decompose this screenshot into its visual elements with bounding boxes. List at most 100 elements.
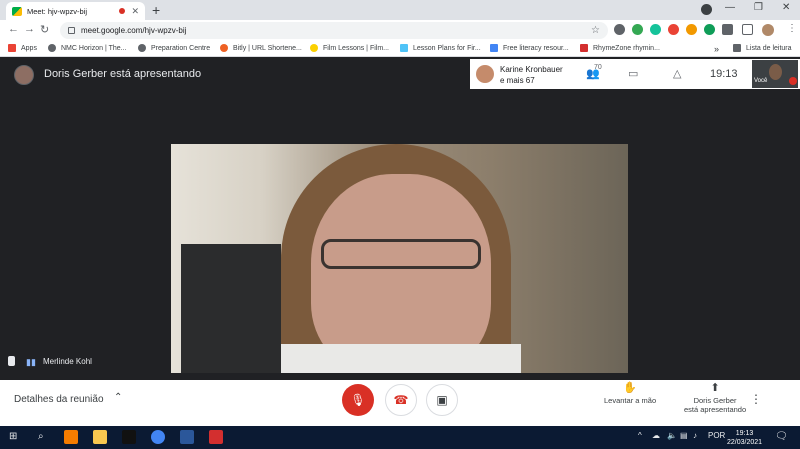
calendar-icon [490,44,498,52]
bookmark-label: Film Lessons | Film... [323,44,389,52]
reading-list-label: Lista de leitura [746,44,792,52]
maximize-icon[interactable]: ❐ [754,2,763,13]
bookmark-item[interactable]: NMC Horizon | The... [48,44,127,52]
extension-icon[interactable] [704,24,715,35]
presenting-sublabel: está apresentando [684,405,747,414]
system-date: 22/03/2021 [727,439,763,446]
forward-icon[interactable]: → [24,23,35,35]
mic-off-icon: 🎙 [350,393,366,407]
vlc-icon[interactable] [64,430,78,444]
tab-close-icon[interactable]: ✕ [131,6,139,17]
back-icon[interactable]: ← [8,23,19,35]
system-clock[interactable]: 19:13 22/03/2021 [727,429,762,447]
grammarly-extension-icon[interactable] [650,24,661,35]
bookmark-item[interactable]: Free literacy resour... [490,44,569,52]
film-icon [310,44,318,52]
cast-icon[interactable] [742,24,753,35]
word-icon[interactable] [180,430,194,444]
apps-grid-icon [8,44,16,52]
bookmark-label: Preparation Centre [151,44,211,52]
chrome-icon[interactable] [151,430,165,444]
browser-menu-icon[interactable]: ⋮ [787,23,797,34]
acrobat-icon[interactable] [209,430,223,444]
bookmark-label: Bitly | URL Shortene... [233,44,302,52]
windows-taskbar: ⊞ ⌕ ^ ☁ 🔈 ▤ ♪ POR 19:13 22/03/2021 🗨 [0,426,800,449]
self-label: Você [754,78,768,84]
reading-list-icon [733,44,741,52]
hand-icon: ✋ [623,382,637,394]
pin-icon[interactable] [8,356,15,366]
meeting-details-button[interactable]: Detalhes da reunião [14,394,104,405]
extension-icon[interactable] [686,24,697,35]
minimize-icon[interactable]: — [725,2,735,13]
puzzle-extensions-icon[interactable] [722,24,733,35]
drive-extension-icon[interactable] [632,24,643,35]
system-time: 19:13 [735,430,754,437]
rhymezone-icon [580,44,588,52]
file-explorer-icon[interactable] [93,430,107,444]
video-person-glasses [321,239,481,269]
raise-hand-button[interactable]: ✋ Levantar a mão [604,382,657,406]
participant-more: e mais 67 [500,76,535,85]
browser-tab[interactable]: Meet: hjv-wpzv-bij ✕ [6,2,145,20]
bookmark-item[interactable]: Film Lessons | Film... [310,44,389,52]
bookmark-item[interactable]: Lesson Plans for Fir... [400,44,481,52]
address-bar[interactable]: meet.google.com/hjv-wpzv-bij ☆ [60,22,608,39]
bookmark-item[interactable]: Bitly | URL Shortene... [220,44,302,52]
lock-icon [68,27,75,34]
meeting-clock: 19:13 [710,68,738,80]
notification-icon[interactable]: 🗨 [775,431,788,442]
presentation-button[interactable]: ⬆ Doris Gerber está apresentando [684,382,747,415]
bookmark-label: Apps [21,44,37,52]
leave-call-button[interactable]: ☎ [385,384,417,416]
windows-start-icon[interactable]: ⊞ [9,431,17,442]
participant-count: 70 [594,64,602,71]
new-tab-button[interactable]: + [152,2,160,18]
extension-icon[interactable] [668,24,679,35]
bookmark-apps[interactable]: Apps [8,44,37,52]
presenter-video [171,144,628,373]
tray-app-icon[interactable]: ☁ [652,431,660,440]
participants-summary: Karine Kronbauer e mais 67 [500,64,563,86]
speaker-icon[interactable]: ♪ [693,431,697,440]
profile-menu-icon[interactable] [701,4,712,15]
self-view-tile[interactable]: Você [752,60,798,88]
meet-controls-bar: Detalhes da reunião ⌃ 🎙 ☎ ▣ ✋ Levantar a… [0,380,800,426]
meet-favicon-icon [12,6,22,16]
bookmark-label: Lesson Plans for Fir... [413,44,481,52]
microphone-toggle-button[interactable]: 🎙 [342,384,374,416]
more-options-icon[interactable]: ⋮ [750,392,762,406]
activities-icon[interactable]: △ [673,67,681,80]
network-icon[interactable]: ▤ [680,431,688,440]
raise-hand-label: Levantar a mão [604,396,657,405]
video-background-window [181,244,281,373]
language-indicator[interactable]: POR [708,431,725,440]
tab-title: Meet: hjv-wpzv-bij [27,6,88,16]
bookmarks-bar: Apps NMC Horizon | The... Preparation Ce… [0,41,800,57]
netflix-icon[interactable] [122,430,136,444]
tray-chevron-icon[interactable]: ^ [638,431,642,440]
camera-icon: ▣ [436,393,448,407]
bookmark-label: NMC Horizon | The... [61,44,127,52]
active-speaker-name: Merlinde Kohl [43,357,92,366]
profile-avatar[interactable] [762,24,774,36]
chat-icon[interactable]: ▭ [628,67,638,80]
reading-list[interactable]: Lista de leitura [733,44,792,52]
bookmark-star-icon[interactable]: ☆ [591,25,600,36]
bookmark-item[interactable]: RhymeZone rhymin... [580,44,660,52]
search-icon[interactable]: ⌕ [38,431,44,442]
bookmark-item[interactable]: Preparation Centre [138,44,210,52]
close-window-icon[interactable]: ✕ [782,2,790,13]
chevron-up-icon[interactable]: ⌃ [114,392,122,403]
tab-strip: Meet: hjv-wpzv-bij ✕ + — ❐ ✕ [0,0,800,20]
volume-icon[interactable]: 🔈 [667,431,677,440]
bitly-icon [220,44,228,52]
more-bookmarks-icon[interactable]: » [714,44,719,54]
reload-icon[interactable]: ↻ [40,23,49,36]
presenter-avatar [14,65,34,85]
meet-top-bar: Karine Kronbauer e mais 67 👥 70 ▭ △ 19:1… [470,59,800,89]
extension-icon[interactable] [614,24,625,35]
present-screen-icon: ⬆ [710,382,720,394]
camera-toggle-button[interactable]: ▣ [426,384,458,416]
bookmark-label: RhymeZone rhymin... [593,44,660,52]
